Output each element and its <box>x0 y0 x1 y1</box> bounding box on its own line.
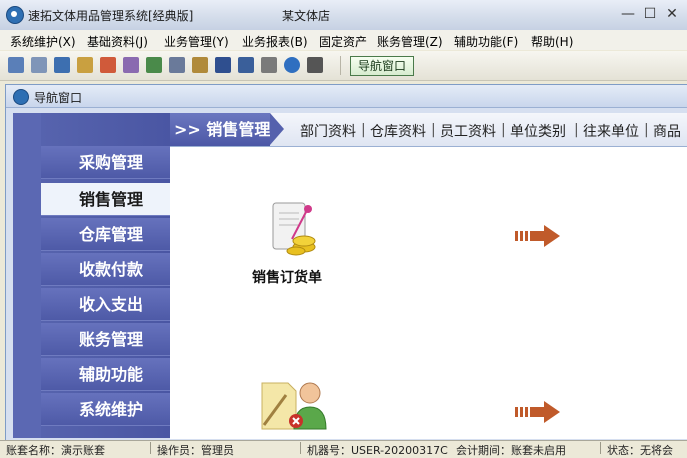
tab-link-warehouses[interactable]: 仓库资料 <box>370 121 426 141</box>
navigation-window-button[interactable]: 导航窗口 <box>350 56 414 76</box>
status-state: 状态：无将会 <box>607 444 673 457</box>
toolbar: 导航窗口 <box>0 51 687 81</box>
printer-icon[interactable] <box>261 57 277 73</box>
menu-auxiliary[interactable]: 辅助功能(F) <box>454 33 518 50</box>
menu-fixed-assets[interactable]: 固定资产 <box>319 33 367 50</box>
tab-separator: | <box>431 122 436 138</box>
subwindow-title-bar: 导航窗口 <box>6 85 687 108</box>
edit-icon[interactable] <box>192 57 208 73</box>
tab-link-departments[interactable]: 部门资料 <box>300 121 356 141</box>
nav-item-payments[interactable]: 收款付款 <box>41 253 170 286</box>
windows-icon[interactable] <box>54 57 70 73</box>
nav-item-warehouse[interactable]: 仓库管理 <box>41 218 170 251</box>
tab-separator: | <box>361 122 366 138</box>
nav-item-auxiliary[interactable]: 辅助功能 <box>41 358 170 391</box>
tools-icon[interactable] <box>123 57 139 73</box>
nav-item-system[interactable]: 系统维护 <box>41 393 170 426</box>
tab-separator: | <box>501 122 506 138</box>
subwindow-title: 导航窗口 <box>34 91 83 105</box>
chart-icon[interactable] <box>100 57 116 73</box>
close-button[interactable]: ✕ <box>663 6 681 22</box>
print-preview-icon[interactable] <box>169 57 185 73</box>
minimize-button[interactable]: — <box>619 6 637 22</box>
menu-system[interactable]: 系统维护(X) <box>10 33 76 50</box>
customer-edit-icon[interactable] <box>258 377 330 433</box>
title-bar: 速拓文体用品管理系统[经典版] 某文体店 — ☐ ✕ <box>0 0 687 31</box>
store-name: 某文体店 <box>282 9 331 23</box>
nav-item-accounts[interactable]: 账务管理 <box>41 323 170 356</box>
menu-help[interactable]: 帮助(H) <box>531 33 573 50</box>
status-bar: 账套名称：演示账套 操作员：管理员 机器号：USER-20200317C 会计期… <box>0 440 687 457</box>
status-separator <box>150 442 151 454</box>
exit-icon[interactable] <box>307 57 323 73</box>
nav-item-sales[interactable]: 销售管理 <box>41 183 183 216</box>
menu-business[interactable]: 业务管理(Y) <box>164 33 229 50</box>
toolbar-separator <box>340 56 341 75</box>
menu-basic-data[interactable]: 基础资料(J) <box>87 33 148 50</box>
maximize-button[interactable]: ☐ <box>641 6 659 22</box>
form-icon[interactable] <box>31 57 47 73</box>
nav-item-income-expense[interactable]: 收入支出 <box>41 288 170 321</box>
save-icon[interactable] <box>238 57 254 73</box>
app-icon[interactable] <box>6 6 24 24</box>
flow-arrow-icon <box>515 401 560 423</box>
database-icon[interactable] <box>215 57 231 73</box>
status-period: 会计期间：账套未启用 <box>456 444 566 457</box>
status-account: 账套名称：演示账套 <box>6 444 105 457</box>
subwindow-icon <box>13 89 29 105</box>
window-title: 速拓文体用品管理系统[经典版] <box>28 9 194 23</box>
tab-link-products[interactable]: 商品 <box>653 121 681 141</box>
content-panel: 销售订货单 <box>170 146 687 439</box>
status-separator <box>600 442 601 454</box>
menu-bar: 系统维护(X) 基础资料(J) 业务管理(Y) 业务报表(B) 固定资产 账务管… <box>0 30 687 50</box>
sales-order-icon[interactable] <box>270 201 322 259</box>
flow-arrow-icon <box>515 225 560 247</box>
tab-link-unit-categories[interactable]: 单位类别 <box>510 121 566 141</box>
module-tab-bar: >> 销售管理 部门资料 | 仓库资料 | 员工资料 | 单位类别 | 往来单位… <box>170 113 687 146</box>
tab-separator: | <box>574 122 579 138</box>
help-icon[interactable] <box>284 57 300 73</box>
users-icon[interactable] <box>146 57 162 73</box>
status-machine: 机器号：USER-20200317C <box>307 444 448 457</box>
search-icon[interactable] <box>77 57 93 73</box>
menu-reports[interactable]: 业务报表(B) <box>242 33 308 50</box>
current-module-title: >> 销售管理 <box>170 113 284 146</box>
status-operator: 操作员：管理员 <box>157 444 234 457</box>
status-separator <box>300 442 301 454</box>
tab-link-partners[interactable]: 往来单位 <box>583 121 639 141</box>
list-icon[interactable] <box>8 57 24 73</box>
left-navigation: 采购管理 销售管理 仓库管理 收款付款 收入支出 账务管理 辅助功能 系统维护 <box>13 113 183 438</box>
tab-link-employees[interactable]: 员工资料 <box>440 121 496 141</box>
nav-strip <box>13 113 41 438</box>
nav-item-purchase[interactable]: 采购管理 <box>41 146 170 179</box>
menu-accounts[interactable]: 账务管理(Z) <box>377 33 443 50</box>
sales-order-label[interactable]: 销售订货单 <box>252 267 322 287</box>
tab-separator: | <box>644 122 649 138</box>
